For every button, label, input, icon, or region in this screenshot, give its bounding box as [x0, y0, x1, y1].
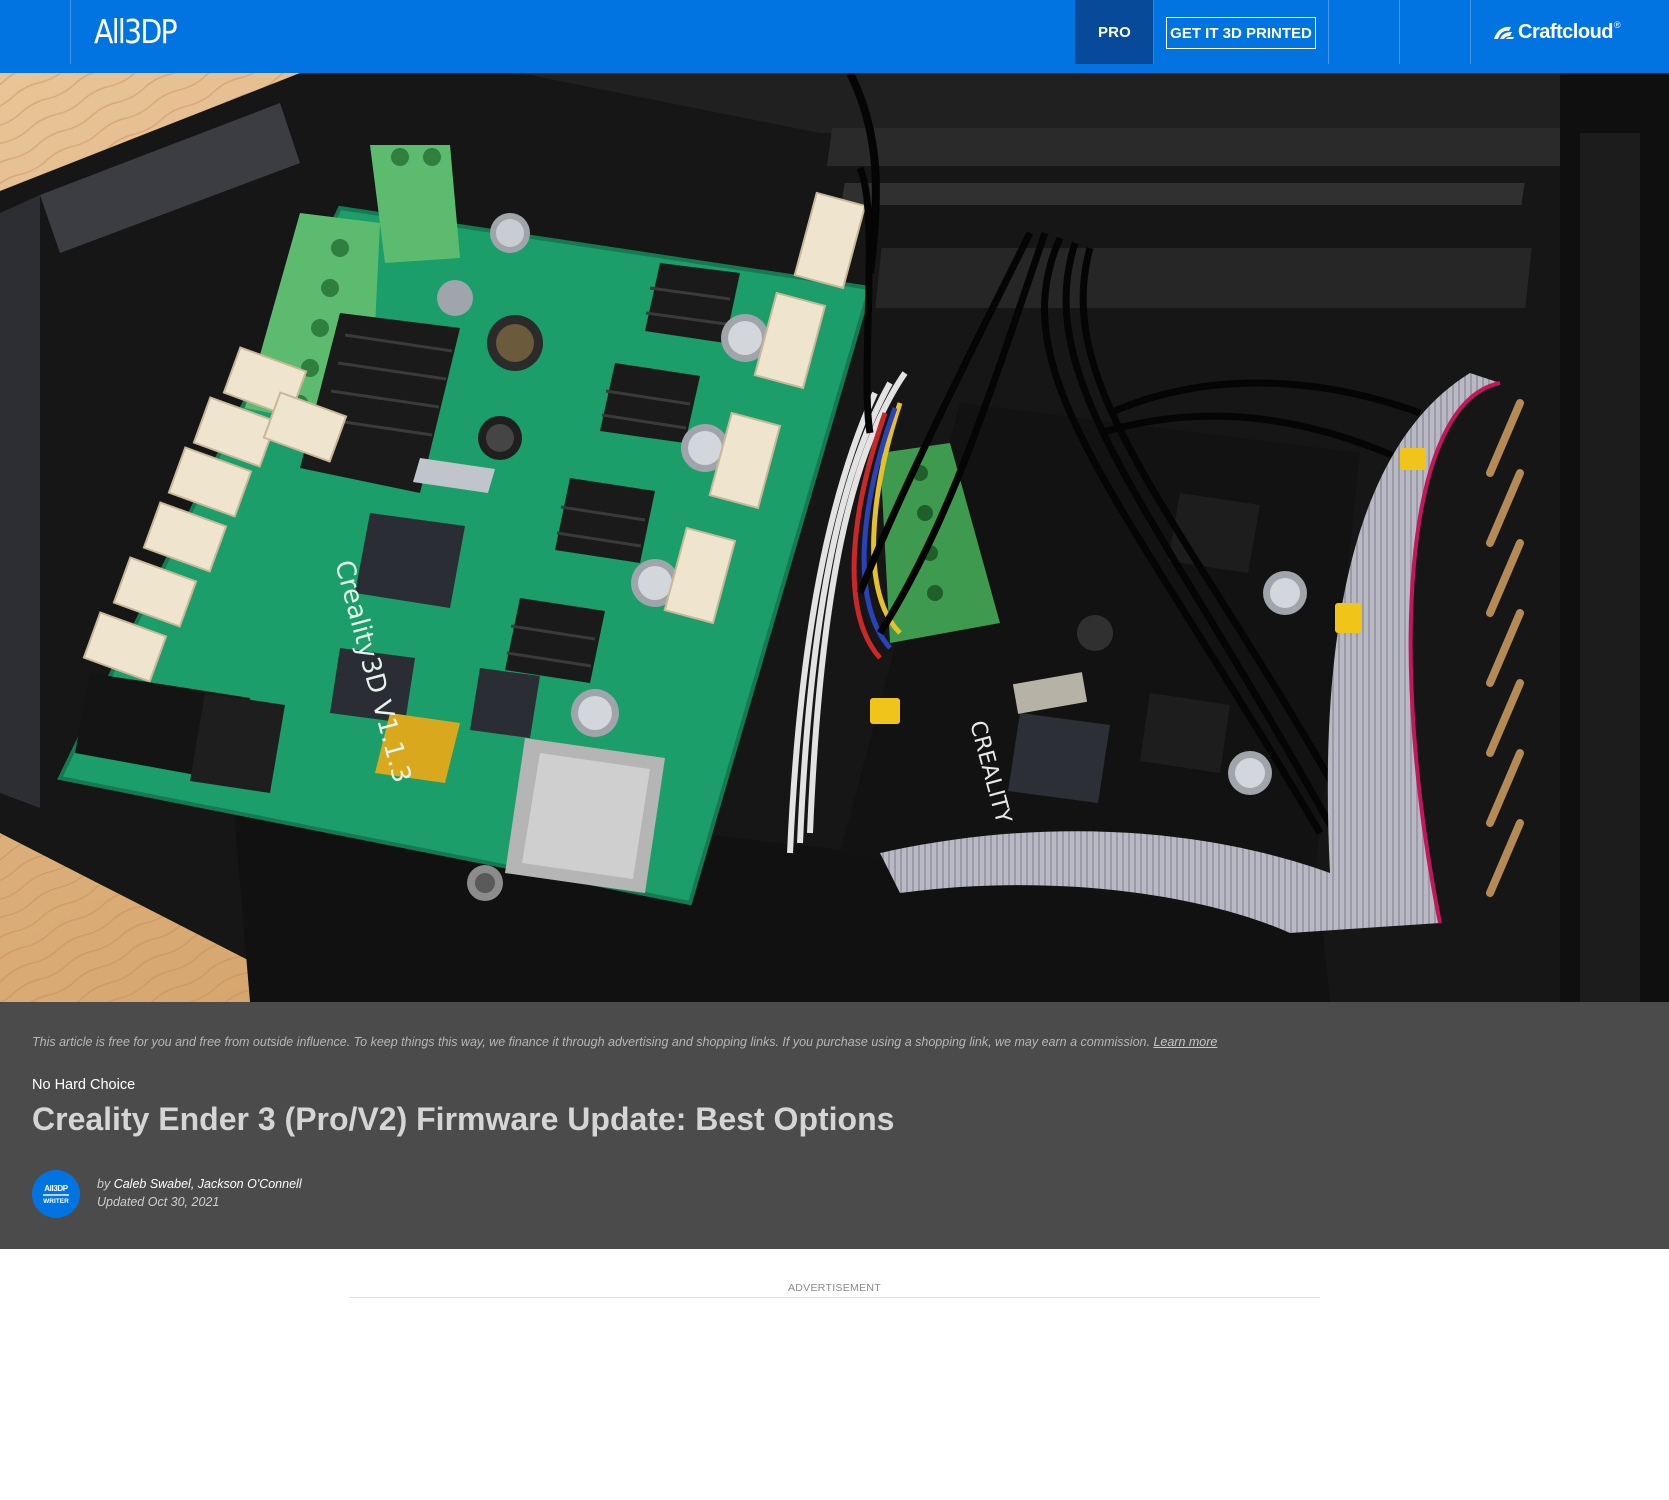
author-badge-logo: All3DP: [44, 1183, 68, 1193]
article-header: This article is free for you and free fr…: [0, 1002, 1669, 1249]
updated-date: Updated Oct 30, 2021: [97, 1195, 220, 1209]
learn-more-link[interactable]: Learn more: [1153, 1035, 1217, 1049]
header-divider: [1153, 0, 1154, 64]
byline-prefix: by: [97, 1177, 111, 1191]
craftcloud-logo-link[interactable]: Craftcloud ®: [1493, 18, 1621, 46]
author-avatar[interactable]: All3DP WRITER: [32, 1170, 80, 1218]
advertisement-label: ADVERTISEMENT: [788, 1282, 881, 1294]
author-badge-divider: [43, 1193, 69, 1196]
header-divider: [1328, 0, 1329, 64]
craftcloud-wordmark: Craftcloud: [1518, 20, 1614, 43]
affiliate-disclaimer: This article is free for you and free fr…: [32, 1035, 1632, 1049]
advertisement-divider: [349, 1297, 1320, 1298]
creality-mainboard-photo-icon: Creality3D V1.1.3 CREALITY: [0, 73, 1669, 1002]
byline: by Caleb Swabel, Jackson O'Connell: [97, 1177, 302, 1191]
get-it-3d-printed-button[interactable]: GET IT 3D PRINTED: [1166, 17, 1316, 49]
header-divider: [1399, 0, 1400, 64]
hero-image: Creality3D V1.1.3 CREALITY: [0, 73, 1669, 1002]
disclaimer-text: This article is free for you and free fr…: [32, 1035, 1150, 1049]
author-badge-role: WRITER: [43, 1197, 69, 1205]
craftcloud-icon: [1494, 26, 1514, 39]
site-logo[interactable]: All3DP: [94, 8, 178, 54]
registered-mark: ®: [1614, 20, 1621, 30]
author-names-link[interactable]: Caleb Swabel, Jackson O'Connell: [114, 1177, 302, 1191]
header-divider: [70, 0, 71, 64]
header-divider: [1470, 0, 1471, 64]
article-title: Creality Ender 3 (Pro/V2) Firmware Updat…: [32, 1101, 895, 1137]
site-header: All3DP PRO GET IT 3D PRINTED Craftcloud …: [0, 0, 1669, 73]
pro-button[interactable]: PRO: [1075, 0, 1154, 64]
article-kicker: No Hard Choice: [32, 1077, 136, 1093]
